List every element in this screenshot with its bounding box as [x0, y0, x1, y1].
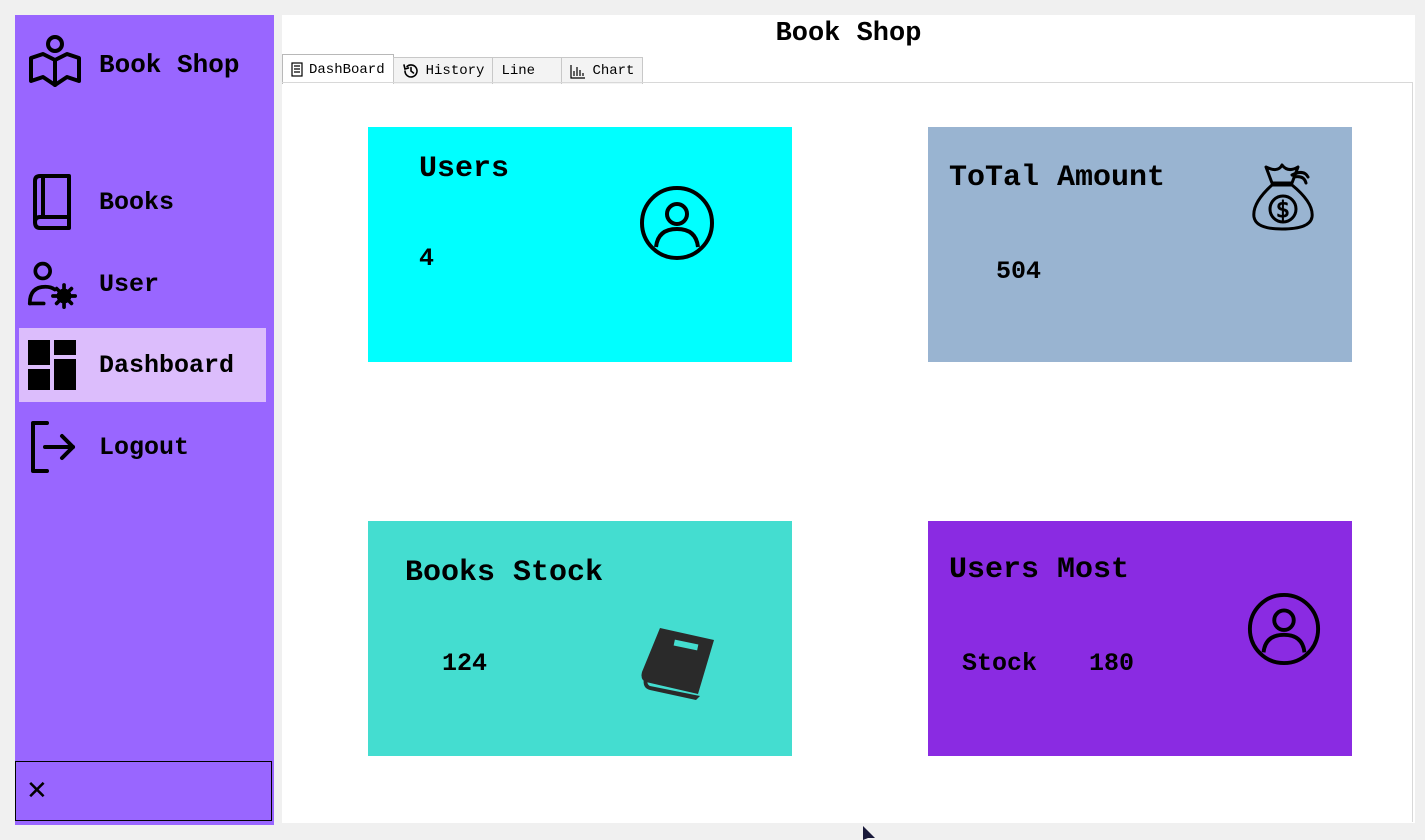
sidebar-item-label: Logout — [99, 432, 190, 462]
sidebar-item-dashboard[interactable]: Dashboard — [19, 328, 266, 402]
history-icon — [402, 64, 418, 78]
users-most-card-label: Stock — [962, 649, 1038, 678]
sidebar: Book Shop Books User Dashboard Logout ✕ — [15, 15, 274, 825]
dashboard-icon — [27, 336, 77, 394]
tab-label: History — [425, 63, 485, 79]
users-card-title: Users — [419, 152, 510, 186]
user-circle-icon — [640, 186, 714, 260]
tab-label: DashBoard — [309, 61, 385, 78]
brand: Book Shop — [27, 33, 239, 96]
close-button[interactable]: ✕ — [15, 761, 272, 821]
user-circle-icon — [1247, 592, 1321, 666]
dashboard-panel: Users 4 ToTal Amount 504 $ Books Stock 1… — [282, 82, 1413, 822]
total-amount-card-value: 504 — [996, 257, 1042, 286]
page-title: Book Shop — [775, 19, 922, 49]
tab-chart[interactable]: Chart — [561, 57, 644, 84]
users-most-card: Users Most Stock 180 — [928, 521, 1352, 756]
main-panel: Book Shop DashBoard History Line Chart U… — [282, 15, 1415, 823]
tab-line[interactable]: Line — [492, 57, 563, 84]
sidebar-item-user[interactable]: User — [19, 247, 266, 321]
sidebar-item-books[interactable]: Books — [19, 165, 266, 239]
sidebar-item-label: Dashboard — [99, 350, 235, 380]
brand-title: Book Shop — [99, 49, 240, 80]
reading-book-icon — [27, 33, 83, 96]
tab-history[interactable]: History — [392, 57, 494, 84]
total-amount-card-title: ToTal Amount — [949, 161, 1166, 195]
books-stock-card: Books Stock 124 — [368, 521, 792, 756]
users-most-card-value: 180 — [1089, 649, 1135, 678]
users-most-card-title: Users Most — [949, 553, 1130, 587]
users-card-value: 4 — [419, 244, 435, 273]
book-icon — [27, 173, 77, 231]
mouse-cursor-icon — [863, 826, 875, 840]
book-icon — [641, 628, 714, 700]
sidebar-item-label: User — [99, 269, 160, 299]
money-bag-icon: $ — [1252, 163, 1314, 231]
logout-icon — [27, 418, 77, 476]
user-settings-icon — [27, 255, 77, 313]
document-icon — [291, 62, 303, 77]
sidebar-item-label: Books — [99, 187, 175, 217]
users-card: Users 4 — [368, 127, 792, 362]
tab-dashboard[interactable]: DashBoard — [282, 54, 394, 84]
books-stock-card-value: 124 — [442, 649, 488, 678]
sidebar-item-logout[interactable]: Logout — [19, 410, 266, 484]
total-amount-card: ToTal Amount 504 $ — [928, 127, 1352, 362]
books-stock-card-title: Books Stock — [405, 556, 604, 590]
close-icon: ✕ — [26, 776, 48, 806]
tab-bar: DashBoard History Line Chart — [282, 54, 644, 84]
bar-chart-icon — [570, 64, 586, 79]
tab-label: Line — [501, 63, 536, 79]
tab-label: Chart — [592, 63, 635, 79]
svg-text:$: $ — [1276, 198, 1290, 223]
